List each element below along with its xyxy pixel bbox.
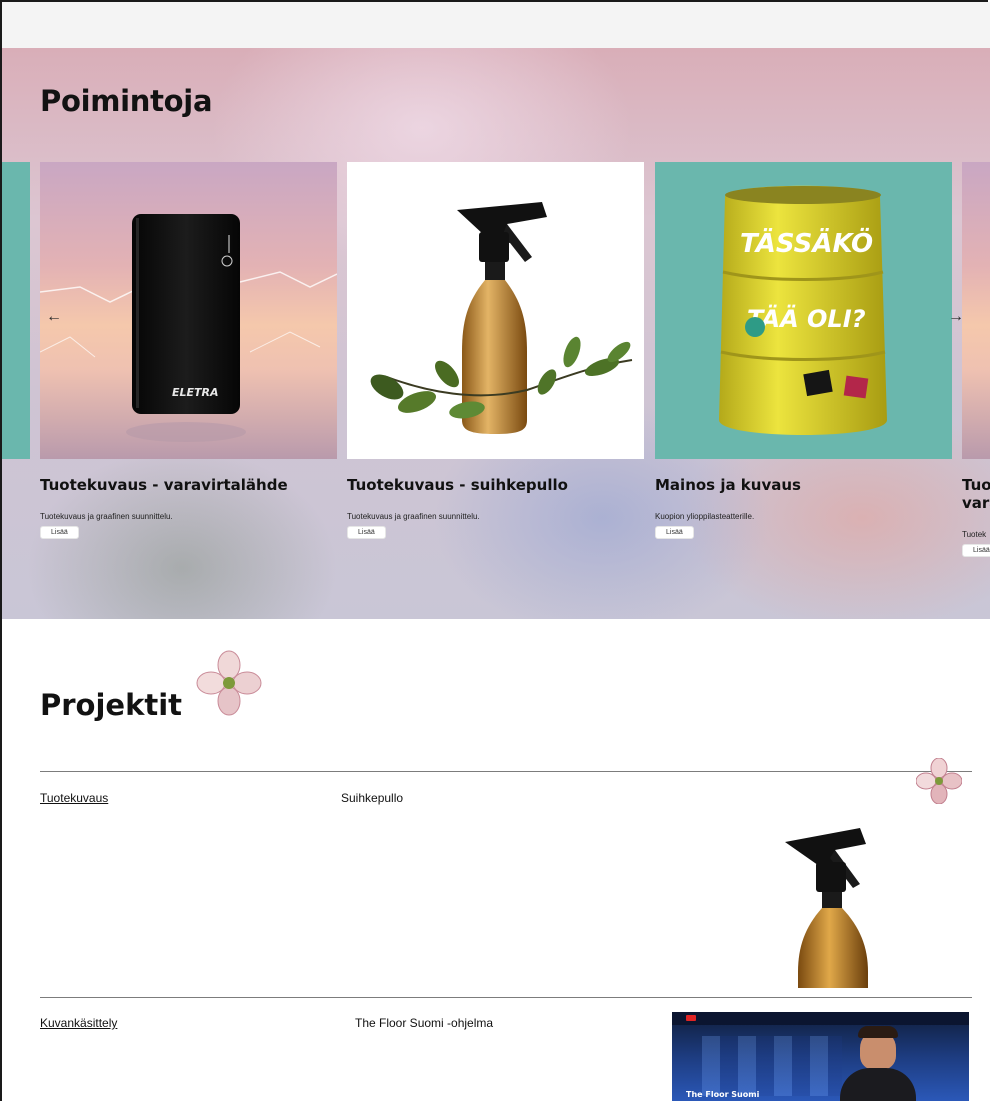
window-frame [0,0,988,1101]
